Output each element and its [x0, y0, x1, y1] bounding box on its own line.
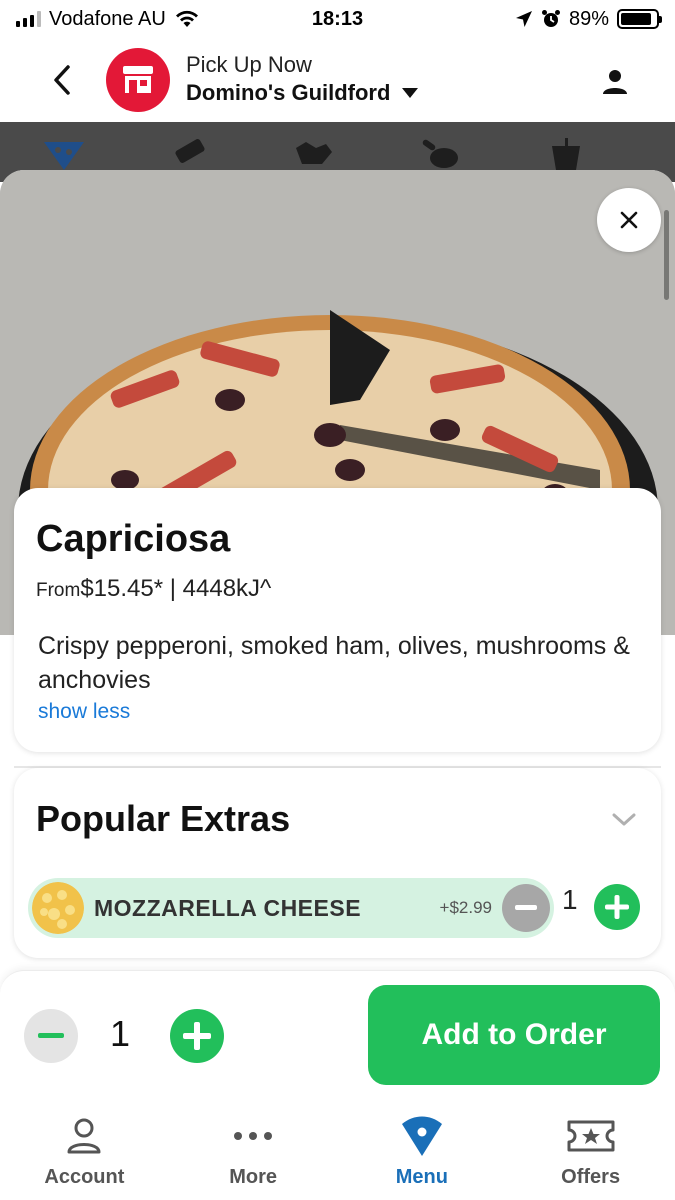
profile-button[interactable] — [595, 62, 635, 102]
product-energy: 4448kJ^ — [182, 575, 272, 602]
pizza-category-icon[interactable] — [42, 138, 86, 170]
battery-icon — [617, 9, 662, 29]
extra-item-price: +$2.99 — [439, 898, 492, 917]
extra-decrease-button[interactable] — [502, 884, 550, 932]
price-separator: | — [169, 575, 176, 602]
extra-increase-button[interactable] — [594, 884, 640, 930]
store-icon — [106, 48, 170, 112]
minus-icon — [515, 905, 537, 910]
offers-ticket-icon — [567, 1120, 615, 1152]
extra-item-quantity: 1 — [562, 884, 578, 915]
product-name: Capriciosa — [36, 518, 231, 560]
extras-title: Popular Extras — [36, 798, 291, 839]
chicken-category-icon[interactable] — [418, 138, 462, 170]
tab-label: More — [229, 1166, 278, 1188]
tab-menu[interactable]: Menu — [338, 1098, 507, 1200]
order-mode-label: Pick Up Now — [186, 52, 312, 77]
order-action-bar: 1 Add to Order — [0, 970, 675, 1098]
tab-offers[interactable]: Offers — [506, 1098, 675, 1200]
quantity-increase-button[interactable] — [170, 1009, 224, 1063]
status-bar: Vodafone AU 18:13 89% — [0, 0, 675, 38]
store-name-text: Domino's Guildford — [186, 80, 391, 105]
extras-collapse-button[interactable] — [609, 804, 639, 834]
account-icon — [67, 1118, 101, 1154]
tab-more[interactable]: More — [169, 1098, 338, 1200]
store-selector[interactable]: Pick Up Now Domino's Guildford — [186, 52, 419, 108]
product-info-card: Capriciosa From$15.45* | 4448kJ^ Crispy … — [14, 488, 661, 752]
quantity-decrease-button[interactable] — [24, 1009, 78, 1063]
order-quantity: 1 — [110, 1013, 131, 1054]
caret-down-icon — [402, 88, 419, 98]
minus-icon — [38, 1033, 64, 1038]
chevron-left-icon — [54, 65, 70, 95]
carrier-name: Vodafone AU — [49, 7, 166, 30]
menu-pizza-icon — [401, 1116, 442, 1156]
sides-category-icon[interactable] — [170, 138, 210, 170]
battery-percent: 89% — [568, 7, 609, 30]
extra-item[interactable]: MOZZARELLA CHEESE +$2.99 — [28, 878, 554, 938]
extra-item-name: MOZZARELLA CHEESE — [94, 894, 362, 921]
wifi-icon — [175, 10, 198, 27]
product-price: $15.45* — [80, 575, 164, 602]
product-description: Crispy pepperoni, smoked ham, olives, mu… — [38, 632, 630, 694]
person-icon — [603, 70, 627, 94]
tab-label: Menu — [395, 1166, 448, 1188]
add-to-order-button[interactable]: Add to Order — [368, 985, 660, 1085]
cheese-thumbnail — [32, 882, 84, 934]
store-name: Domino's Guildford — [186, 78, 419, 108]
location-arrow-icon — [515, 11, 532, 27]
bottom-tab-bar: Account More Menu Offers — [0, 1098, 675, 1200]
signal-strength-icon — [16, 11, 41, 27]
tab-label: Offers — [561, 1166, 621, 1188]
plus-icon — [605, 895, 629, 919]
tab-account[interactable]: Account — [0, 1098, 169, 1200]
scroll-indicator — [664, 210, 669, 300]
tab-label: Account — [44, 1166, 125, 1188]
price-prefix: From — [36, 580, 81, 601]
show-less-link[interactable]: show less — [38, 700, 130, 724]
app-header: Pick Up Now Domino's Guildford — [0, 38, 675, 122]
plus-icon — [183, 1022, 211, 1050]
back-button[interactable] — [32, 50, 92, 110]
drinks-category-icon[interactable] — [548, 138, 584, 170]
price-line: From$15.45* | 4448kJ^ — [36, 575, 639, 603]
product-modal: Capriciosa From$15.45* | 4448kJ^ Crispy … — [0, 170, 675, 1200]
battery-level — [621, 13, 652, 25]
chevron-down-icon — [612, 813, 636, 826]
more-icon — [234, 1132, 273, 1140]
popular-extras-card: Popular Extras MOZZARELLA CHEESE +$2.99 … — [14, 768, 661, 958]
desserts-category-icon[interactable] — [292, 138, 336, 170]
alarm-icon — [541, 10, 560, 27]
close-button[interactable] — [597, 188, 661, 252]
close-icon — [620, 211, 638, 229]
